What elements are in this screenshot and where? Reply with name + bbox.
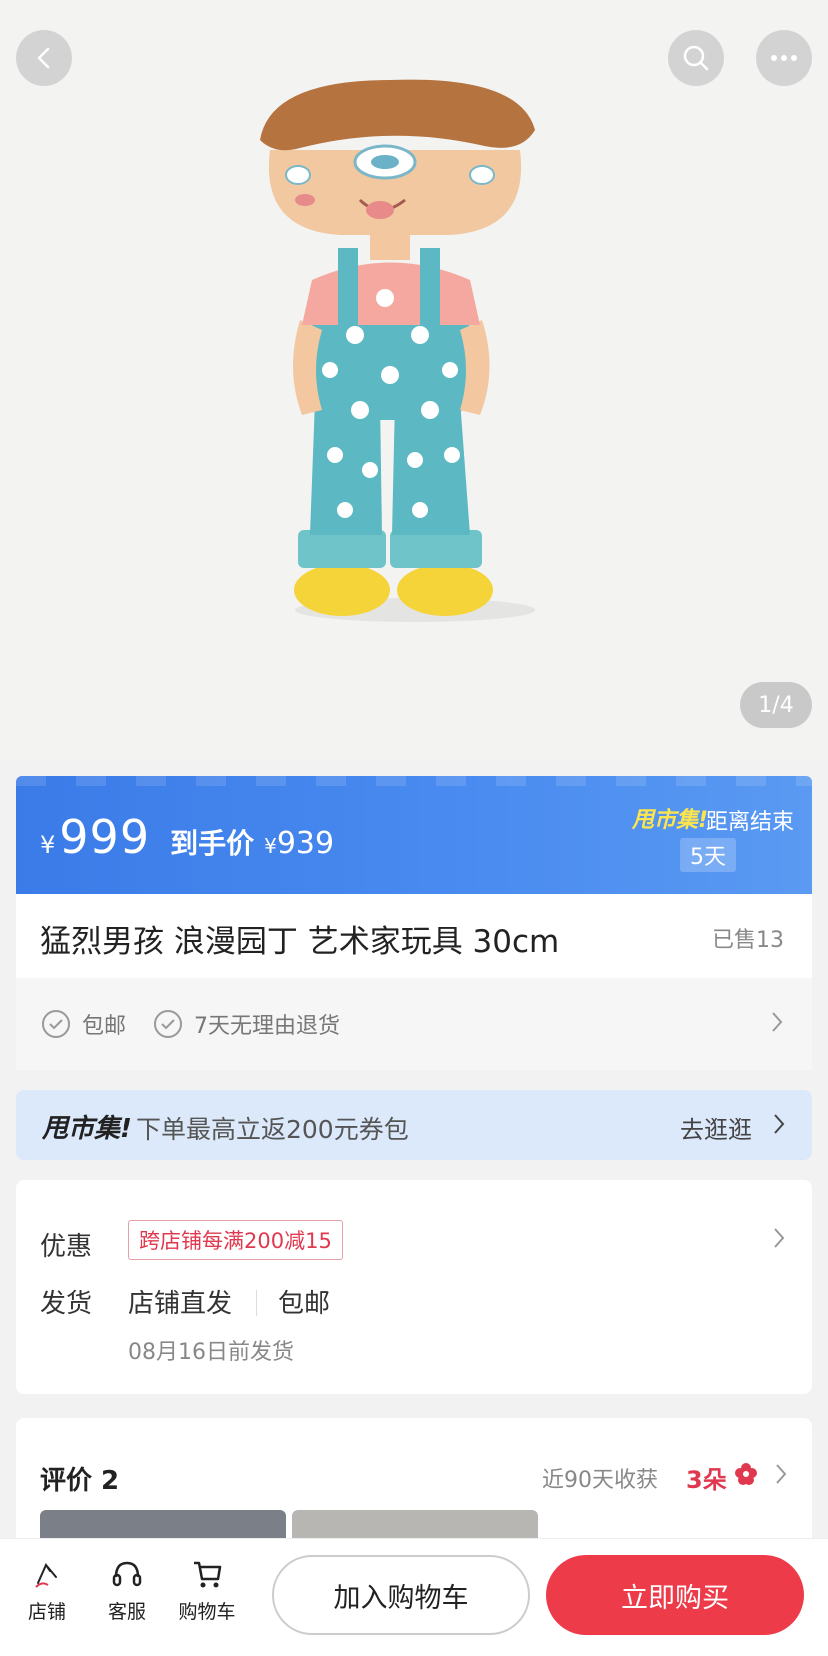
- flower-icon: [735, 1463, 757, 1485]
- add-to-cart-button[interactable]: 加入购物车: [272, 1555, 530, 1635]
- final-price-label: 到手价: [170, 827, 255, 860]
- search-icon: [683, 45, 709, 71]
- cart-button[interactable]: 购物车: [172, 1557, 242, 1624]
- returns-label: 7天无理由退货: [194, 1014, 340, 1039]
- shipping-date: 08月16日前发货: [128, 1340, 294, 1365]
- promo-text: 下单最高立返200元券包: [136, 1115, 409, 1144]
- promo-brand-logo: 甩市集!: [632, 808, 709, 833]
- price-currency: ¥: [40, 831, 56, 859]
- reviews-harvest-count: 3朵: [686, 1466, 727, 1494]
- countdown-label: 距离结束: [706, 810, 795, 835]
- check-circle-icon: [154, 1010, 182, 1038]
- image-page-indicator: 1/4: [740, 682, 812, 728]
- discount-label: 优惠: [40, 1232, 93, 1262]
- store-icon: [35, 1562, 57, 1588]
- returns-guarantee: 7天无理由退货: [154, 1008, 340, 1040]
- search-button[interactable]: [668, 30, 724, 86]
- chevron-right-icon: [774, 1462, 788, 1486]
- chevron-right-icon: [772, 1226, 786, 1250]
- cart-icon: [194, 1561, 222, 1588]
- store-button[interactable]: 店铺: [12, 1557, 82, 1624]
- final-price-value: 939: [276, 826, 335, 861]
- coupon-tag[interactable]: 跨店铺每满200减15: [128, 1220, 343, 1260]
- cart-label: 购物车: [178, 1601, 236, 1623]
- countdown-days: 5天: [680, 838, 736, 872]
- buy-now-button[interactable]: 立即购买: [546, 1555, 804, 1635]
- promo-brand-logo: 甩市集!: [42, 1114, 132, 1144]
- promo-link[interactable]: 去逛逛: [680, 1110, 752, 1145]
- back-button[interactable]: [16, 30, 72, 86]
- more-dots-icon: [771, 55, 797, 61]
- headset-icon: [112, 1561, 142, 1587]
- sold-count: 已售13: [712, 928, 784, 953]
- product-title: 猛烈男孩 浪漫园丁 艺术家玩具 30cm: [40, 924, 560, 960]
- store-label: 店铺: [27, 1601, 66, 1623]
- check-circle-icon: [42, 1010, 70, 1038]
- bottom-action-bar: 店铺 客服 购物车 加入购物车 立即购买: [0, 1538, 828, 1656]
- free-shipping-label: 包邮: [82, 1014, 127, 1039]
- service-label: 客服: [107, 1601, 146, 1623]
- price-value: 999: [59, 810, 151, 864]
- free-shipping-guarantee: 包邮: [42, 1008, 126, 1040]
- product-title-card: 猛烈男孩 浪漫园丁 艺术家玩具 30cm 已售13: [16, 894, 812, 978]
- chevron-right-icon: [770, 1010, 784, 1034]
- back-chevron-icon: [37, 47, 50, 69]
- more-button[interactable]: [756, 30, 812, 86]
- product-photo: [260, 79, 535, 622]
- product-image-gallery[interactable]: 1/4: [0, 0, 828, 760]
- divider: [256, 1290, 257, 1316]
- reviews-harvest-text: 近90天收获: [542, 1468, 658, 1493]
- price-row: ¥ 999 到手价 ¥ 939: [40, 810, 334, 864]
- final-price-currency: ¥: [264, 834, 277, 858]
- reviews-title: 评价 2: [40, 1466, 120, 1496]
- service-guarantees-row[interactable]: 包邮 7天无理由退货: [16, 978, 812, 1070]
- shipping-label: 发货: [40, 1289, 93, 1319]
- chevron-right-icon: [772, 1112, 786, 1136]
- shipping-free: 包邮: [278, 1289, 331, 1319]
- promo-banner[interactable]: 甩市集! 下单最高立返200元券包 去逛逛: [16, 1090, 812, 1160]
- customer-service-button[interactable]: 客服: [92, 1557, 162, 1624]
- discount-shipping-card[interactable]: 优惠 跨店铺每满200减15 发货 店铺直发 包邮 08月16日前发货: [16, 1180, 812, 1394]
- price-banner: ¥ 999 到手价 ¥ 939 甩市集! 距离结束 5天: [16, 776, 812, 894]
- shipping-method: 店铺直发: [128, 1289, 233, 1319]
